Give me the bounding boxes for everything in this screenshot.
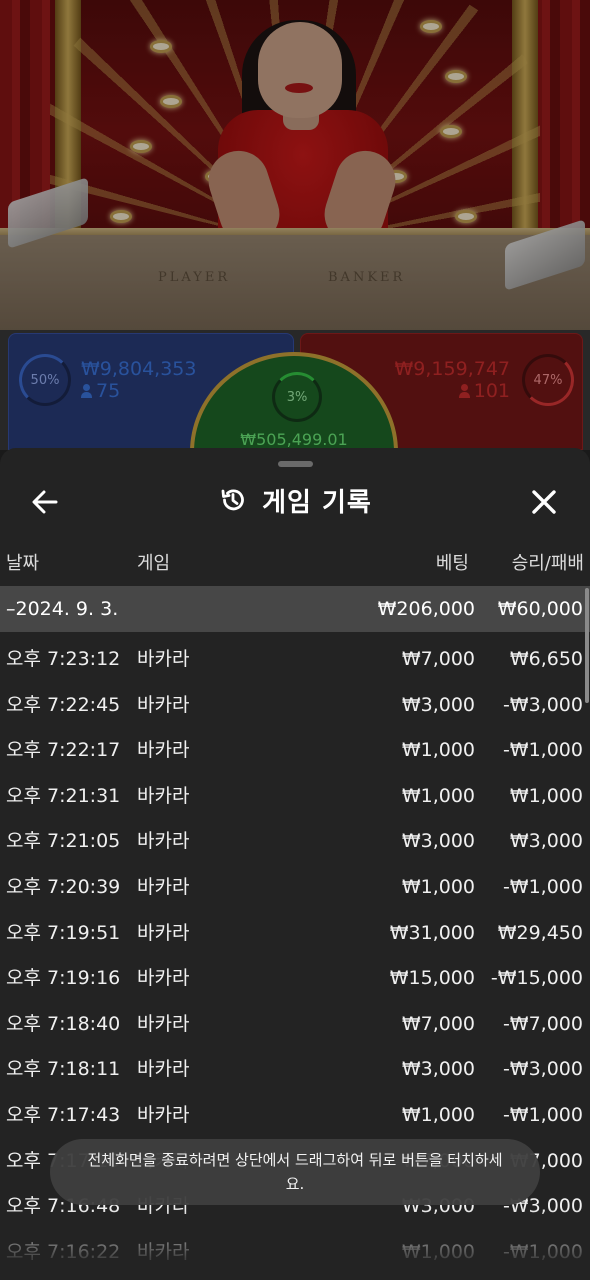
row-result: ₩1,000 [509,784,583,807]
row-time: 오후 7:18:11 [6,1058,121,1081]
row-time: 오후 7:22:45 [6,693,121,716]
row-bet: ₩1,000 [401,739,475,762]
history-row[interactable]: 오후 7:21:05 바카라 ₩3,000 ₩3,000 [0,819,590,865]
history-row[interactable]: 오후 7:18:40 바카라 ₩7,000 -₩7,000 [0,1002,590,1048]
row-game: 바카라 [137,1012,190,1035]
row-result: -₩1,000 [502,1103,583,1126]
history-row[interactable]: 오후 7:20:39 바카라 ₩1,000 -₩1,000 [0,865,590,911]
history-icon [221,489,244,511]
history-row[interactable]: 오후 7:22:17 바카라 ₩1,000 -₩1,000 [0,728,590,774]
row-bet: ₩15,000 [389,967,475,990]
row-bet: ₩7,000 [401,648,475,670]
row-time: 오후 7:21:31 [6,784,121,807]
row-result: -₩3,000 [502,1058,583,1081]
row-bet: ₩3,000 [401,830,475,853]
row-time: 오후 7:23:12 [6,648,121,670]
row-result: ₩6,650 [509,648,583,670]
row-game: 바카라 [137,1058,190,1081]
date-group-result-total: ₩60,000 [497,598,583,620]
fullscreen-toast: 전체화면을 종료하려면 상단에서 드래그하여 뒤로 버튼을 터치하세요. [50,1139,540,1205]
date-group-row[interactable]: –2024. 9. 3. ₩206,000 ₩60,000 [0,586,590,632]
row-result: -₩1,000 [502,739,583,762]
row-bet: ₩31,000 [389,921,475,944]
row-game: 바카라 [137,648,190,670]
row-result: -₩1,000 [502,1240,583,1263]
row-time: 오후 7:17:43 [6,1103,121,1126]
history-row[interactable]: 오후 7:21:31 바카라 ₩1,000 ₩1,000 [0,774,590,820]
row-bet: ₩1,000 [401,1240,475,1263]
row-bet: ₩1,000 [401,1103,475,1126]
row-result: -₩1,000 [502,875,583,898]
column-header-game: 게임 [137,553,171,574]
history-row[interactable]: 오후 7:22:45 바카라 ₩3,000 -₩3,000 [0,683,590,729]
row-game: 바카라 [137,1103,190,1126]
video-dim-overlay [0,0,590,450]
row-bet: ₩3,000 [401,693,475,716]
row-time: 오후 7:18:40 [6,1012,121,1035]
row-bet: ₩3,000 [401,1058,475,1081]
history-row[interactable]: 오후 7:17:43 바카라 ₩1,000 -₩1,000 [0,1093,590,1139]
column-header-result: 승리/패배 [511,553,584,574]
row-game: 바카라 [137,693,190,716]
row-result: -₩7,000 [502,1012,583,1035]
history-row[interactable]: 오후 7:19:16 바카라 ₩15,000 -₩15,000 [0,956,590,1002]
row-result: ₩29,450 [497,921,583,944]
history-row[interactable]: 오후 7:23:12 바카라 ₩7,000 ₩6,650 [0,637,590,683]
sheet-drag-handle[interactable] [278,461,313,467]
row-result: ₩3,000 [509,830,583,853]
row-bet: ₩1,000 [401,875,475,898]
column-header-date: 날짜 [6,553,40,574]
row-time: 오후 7:21:05 [6,830,121,853]
row-game: 바카라 [137,784,190,807]
row-game: 바카라 [137,1240,190,1263]
row-time: 오후 7:16:22 [6,1240,121,1263]
row-game: 바카라 [137,830,190,853]
row-result: -₩3,000 [502,693,583,716]
date-group-bet-total: ₩206,000 [377,598,475,620]
sheet-header: 게임 기록 [0,478,590,522]
history-row[interactable]: 오후 7:19:51 바카라 ₩31,000 ₩29,450 [0,911,590,957]
row-time: 오후 7:20:39 [6,875,121,898]
row-bet: ₩1,000 [401,784,475,807]
row-game: 바카라 [137,875,190,898]
row-game: 바카라 [137,921,190,944]
sheet-title: 게임 기록 [262,487,372,518]
row-game: 바카라 [137,967,190,990]
row-result: -₩15,000 [490,967,583,990]
close-icon [532,490,556,514]
row-time: 오후 7:19:16 [6,967,121,990]
column-header-bet: 베팅 [435,553,469,574]
history-row[interactable]: 오후 7:18:11 바카라 ₩3,000 -₩3,000 [0,1047,590,1093]
row-time: 오후 7:19:51 [6,921,121,944]
close-button[interactable] [524,482,564,522]
row-bet: ₩7,000 [401,1012,475,1035]
row-time: 오후 7:22:17 [6,739,121,762]
row-game: 바카라 [137,739,190,762]
date-group-date: –2024. 9. 3. [6,598,119,620]
history-row[interactable]: 오후 7:16:22 바카라 ₩1,000 -₩1,000 [0,1230,590,1276]
